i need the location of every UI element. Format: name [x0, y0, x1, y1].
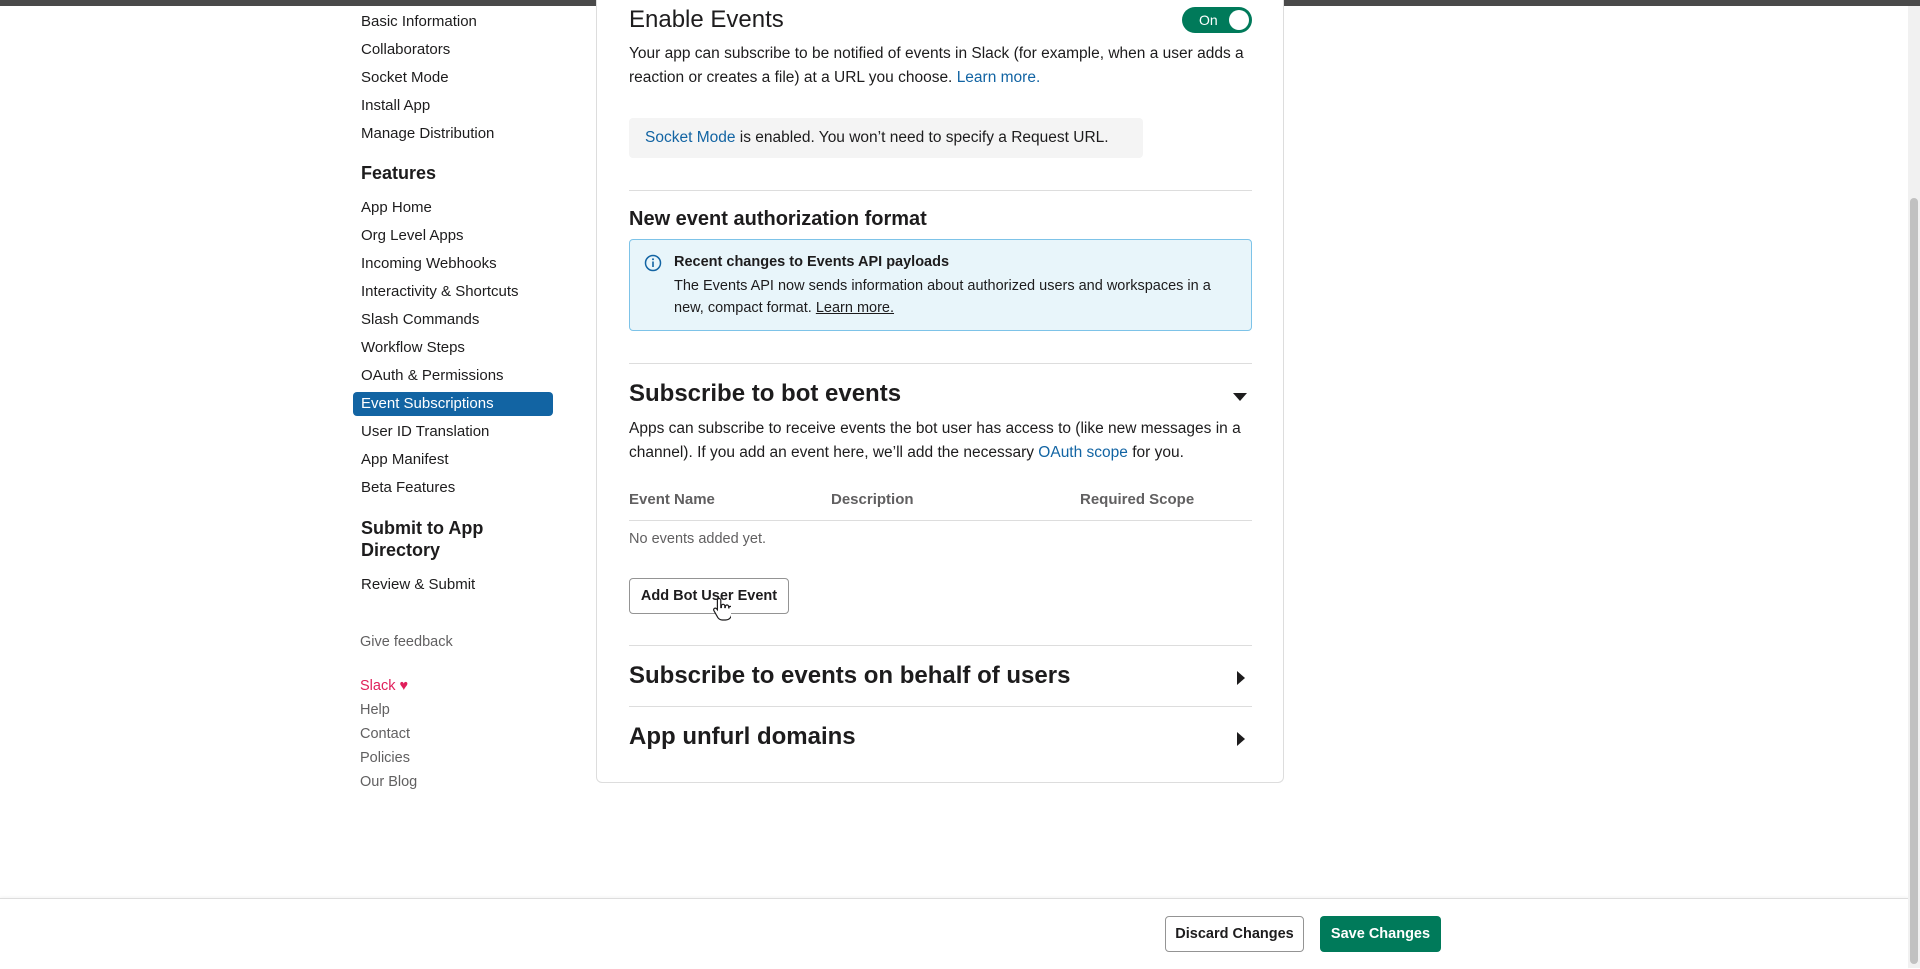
sidebar-item-slash-commands[interactable]: Slash Commands [361, 310, 479, 330]
socket-mode-link[interactable]: Socket Mode [645, 129, 735, 146]
user-events-title[interactable]: Subscribe to events on behalf of users [629, 662, 1070, 690]
sidebar-item-beta-features[interactable]: Beta Features [361, 478, 455, 498]
sidebar-item-review-submit[interactable]: Review & Submit [361, 575, 475, 595]
enable-events-toggle[interactable]: On [1182, 7, 1252, 33]
auth-format-title: New event authorization format [629, 208, 927, 230]
info-icon [644, 254, 662, 272]
sidebar-item-app-manifest[interactable]: App Manifest [361, 450, 449, 470]
sidebar-item-socket-mode[interactable]: Socket Mode [361, 68, 449, 88]
column-header-required-scope: Required Scope [1080, 491, 1195, 508]
bot-events-title: Subscribe to bot events [629, 380, 902, 407]
sidebar-item-collaborators[interactable]: Collaborators [361, 40, 450, 60]
info-learn-more-link[interactable]: Learn more. [816, 300, 894, 316]
save-changes-button[interactable]: Save Changes [1320, 916, 1441, 952]
table-header-divider [629, 520, 1252, 521]
info-callout-body: The Events API now sends information abo… [674, 275, 1234, 319]
section-divider [629, 190, 1252, 191]
no-events-message: No events added yet. [629, 531, 767, 547]
give-feedback-link[interactable]: Give feedback [360, 632, 453, 652]
sidebar-item-org-level-apps[interactable]: Org Level Apps [361, 226, 464, 246]
sidebar-item-event-subscriptions[interactable]: Event Subscriptions [353, 392, 553, 416]
enable-events-description: Your app can subscribe to be notified of… [629, 42, 1259, 90]
column-header-event-name: Event Name [629, 491, 715, 508]
oauth-scope-link[interactable]: OAuth scope [1038, 444, 1128, 461]
our-blog-link[interactable]: Our Blog [360, 772, 417, 792]
bot-events-desc-line2b: for you. [1132, 444, 1184, 461]
section-divider [629, 363, 1252, 364]
info-callout-line1: The Events API now sends information abo… [674, 278, 1211, 294]
chevron-right-icon[interactable] [1237, 732, 1245, 746]
slack-link-label: Slack [360, 678, 396, 694]
scrollbar-thumb[interactable] [1910, 198, 1918, 964]
add-bot-user-event-button[interactable]: Add Bot User Event [629, 578, 789, 614]
learn-more-link[interactable]: Learn more. [957, 69, 1041, 86]
info-callout: Recent changes to Events API payloads Th… [629, 239, 1252, 331]
toggle-knob [1229, 10, 1249, 30]
sidebar-item-manage-distribution[interactable]: Manage Distribution [361, 124, 494, 144]
discard-changes-button[interactable]: Discard Changes [1165, 916, 1304, 952]
bot-events-description: Apps can subscribe to receive events the… [629, 417, 1259, 465]
sidebar-item-interactivity-shortcuts[interactable]: Interactivity & Shortcuts [361, 282, 519, 302]
socket-mode-notice-text: is enabled. You won’t need to specify a … [735, 129, 1109, 146]
sidebar-item-user-id-translation[interactable]: User ID Translation [361, 422, 489, 442]
hand-cursor-icon [713, 597, 731, 621]
submit-heading-line1: Submit to App [361, 518, 484, 538]
sidebar-item-basic-information[interactable]: Basic Information [361, 12, 477, 32]
enable-events-desc-line1: Your app can subscribe to be notified of… [629, 45, 1244, 62]
submit-heading-line2: Directory [361, 540, 441, 560]
enable-events-title: Enable Events [629, 6, 784, 33]
enable-events-desc-line2: reaction or creates a file) at a URL you… [629, 69, 953, 86]
section-divider [629, 645, 1252, 646]
contact-link[interactable]: Contact [360, 724, 410, 744]
save-changes-bar: Discard Changes Save Changes [0, 898, 1908, 969]
help-link[interactable]: Help [360, 700, 390, 720]
slack-link[interactable]: Slack ♥ [360, 676, 408, 696]
socket-mode-notice: Socket Mode is enabled. You won’t need t… [629, 118, 1143, 158]
sidebar-item-app-home[interactable]: App Home [361, 198, 432, 218]
sidebar-item-incoming-webhooks[interactable]: Incoming Webhooks [361, 254, 497, 274]
policies-link[interactable]: Policies [360, 748, 410, 768]
chevron-right-icon[interactable] [1237, 671, 1245, 685]
bot-events-desc-line2a: channel). If you add an event here, we’l… [629, 444, 1034, 461]
section-divider [629, 706, 1252, 707]
sidebar-item-install-app[interactable]: Install App [361, 96, 430, 116]
info-callout-line2: new, compact format. [674, 300, 812, 316]
features-heading: Features [361, 163, 437, 183]
bot-events-desc-line1: Apps can subscribe to receive events the… [629, 420, 1241, 437]
info-callout-title: Recent changes to Events API payloads [674, 254, 950, 270]
app-unfurl-domains-title[interactable]: App unfurl domains [629, 723, 856, 751]
sidebar-item-workflow-steps[interactable]: Workflow Steps [361, 338, 465, 358]
heart-icon: ♥ [399, 678, 409, 694]
chevron-down-icon[interactable] [1233, 393, 1247, 401]
sidebar-item-oauth-permissions[interactable]: OAuth & Permissions [361, 366, 504, 386]
scrollbar-track[interactable] [1908, 6, 1920, 968]
column-header-description: Description [831, 491, 914, 508]
toggle-label: On [1199, 12, 1218, 28]
